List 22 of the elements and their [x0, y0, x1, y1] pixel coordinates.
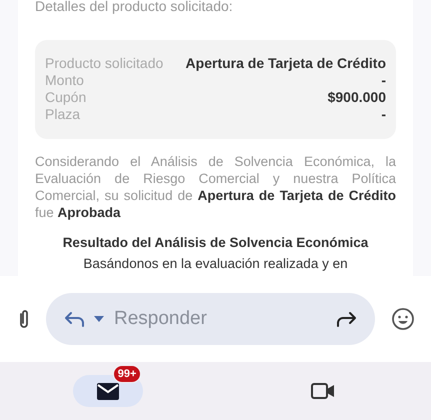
approval-paragraph: Considerando el Análisis de Solvencia Económica, la Evaluación de Riesgo Comercial y nuestra Política Comercial, su solicitud de Apertura de Tarjeta de Crédito fue Aprobada — [35, 153, 396, 221]
attachment-icon[interactable] — [18, 308, 30, 330]
section-heading: Resultado del Análisis de Solvencia Económica — [62, 235, 370, 250]
emoji-icon[interactable] — [391, 307, 415, 331]
detail-value: - — [381, 72, 386, 89]
video-camera-icon — [311, 383, 336, 399]
detail-label: Producto solicitado — [45, 55, 164, 72]
detail-value: - — [381, 106, 386, 123]
unread-count-badge: 99+ — [112, 365, 142, 383]
detail-label: Monto — [45, 72, 84, 89]
dropdown-caret-icon[interactable] — [94, 316, 104, 322]
detail-value: Apertura de Tarjeta de Crédito — [186, 55, 386, 72]
forward-icon[interactable] — [335, 310, 357, 328]
reply-bar[interactable]: Responder — [46, 293, 375, 345]
mail-icon — [96, 382, 119, 400]
detail-label: Cupón — [45, 89, 86, 106]
intro-text: Detalles del producto solicitado: — [35, 0, 234, 14]
reply-field[interactable]: Responder — [112, 307, 327, 331]
body-text: Basándonos en la evaluación realizada y en — [82, 256, 349, 271]
detail-value: $900.000 — [328, 89, 386, 106]
reply-icon[interactable] — [64, 310, 86, 328]
detail-label: Plaza — [45, 106, 80, 123]
